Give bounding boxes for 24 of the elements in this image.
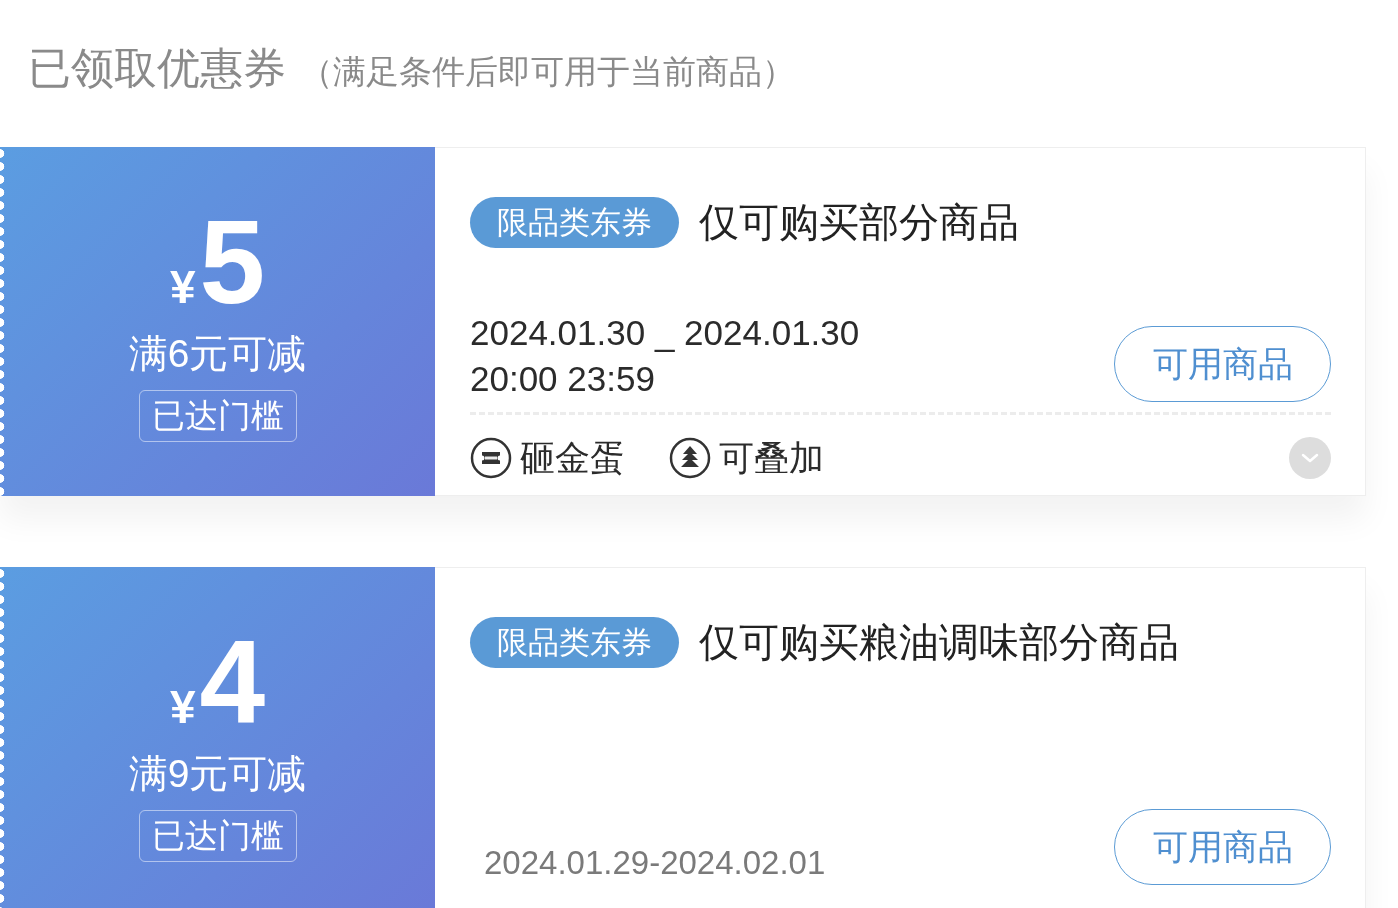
- validity-text: 2024.01.30 _ 2024.01.30: [470, 312, 860, 354]
- perk-label: 可叠加: [719, 437, 824, 479]
- section-title: 已领取优惠券: [28, 43, 286, 94]
- threshold-badge: 已达门槛: [138, 389, 297, 442]
- currency-symbol: ¥: [169, 263, 196, 310]
- chevron-down-icon[interactable]: [1289, 437, 1331, 479]
- discount-amount: 5: [199, 211, 266, 312]
- coupon-title: 仅可购买部分商品: [699, 199, 1019, 246]
- discount-amount: 4: [199, 631, 266, 732]
- available-products-button[interactable]: 可用商品: [1114, 326, 1331, 402]
- discount-condition: 满6元可减: [128, 330, 307, 377]
- category-tag: 限品类东券: [470, 617, 679, 668]
- stacked-triangles-icon: [669, 437, 711, 479]
- perk-label: 砸金蛋: [520, 437, 625, 479]
- discount-condition: 满9元可减: [128, 750, 307, 797]
- coupon-title: 仅可购买粮油调味部分商品: [699, 619, 1179, 666]
- validity-text: 2024.01.29-2024.02.01: [484, 843, 826, 883]
- section-note: （满足条件后即可用于当前商品）: [300, 52, 795, 92]
- category-tag: 限品类东券: [470, 197, 679, 248]
- threshold-badge: 已达门槛: [138, 809, 297, 862]
- available-products-button[interactable]: 可用商品: [1114, 809, 1331, 885]
- validity-text: 20:00 23:59: [470, 358, 656, 400]
- currency-symbol: ¥: [169, 683, 196, 730]
- ticket-icon: [470, 437, 512, 479]
